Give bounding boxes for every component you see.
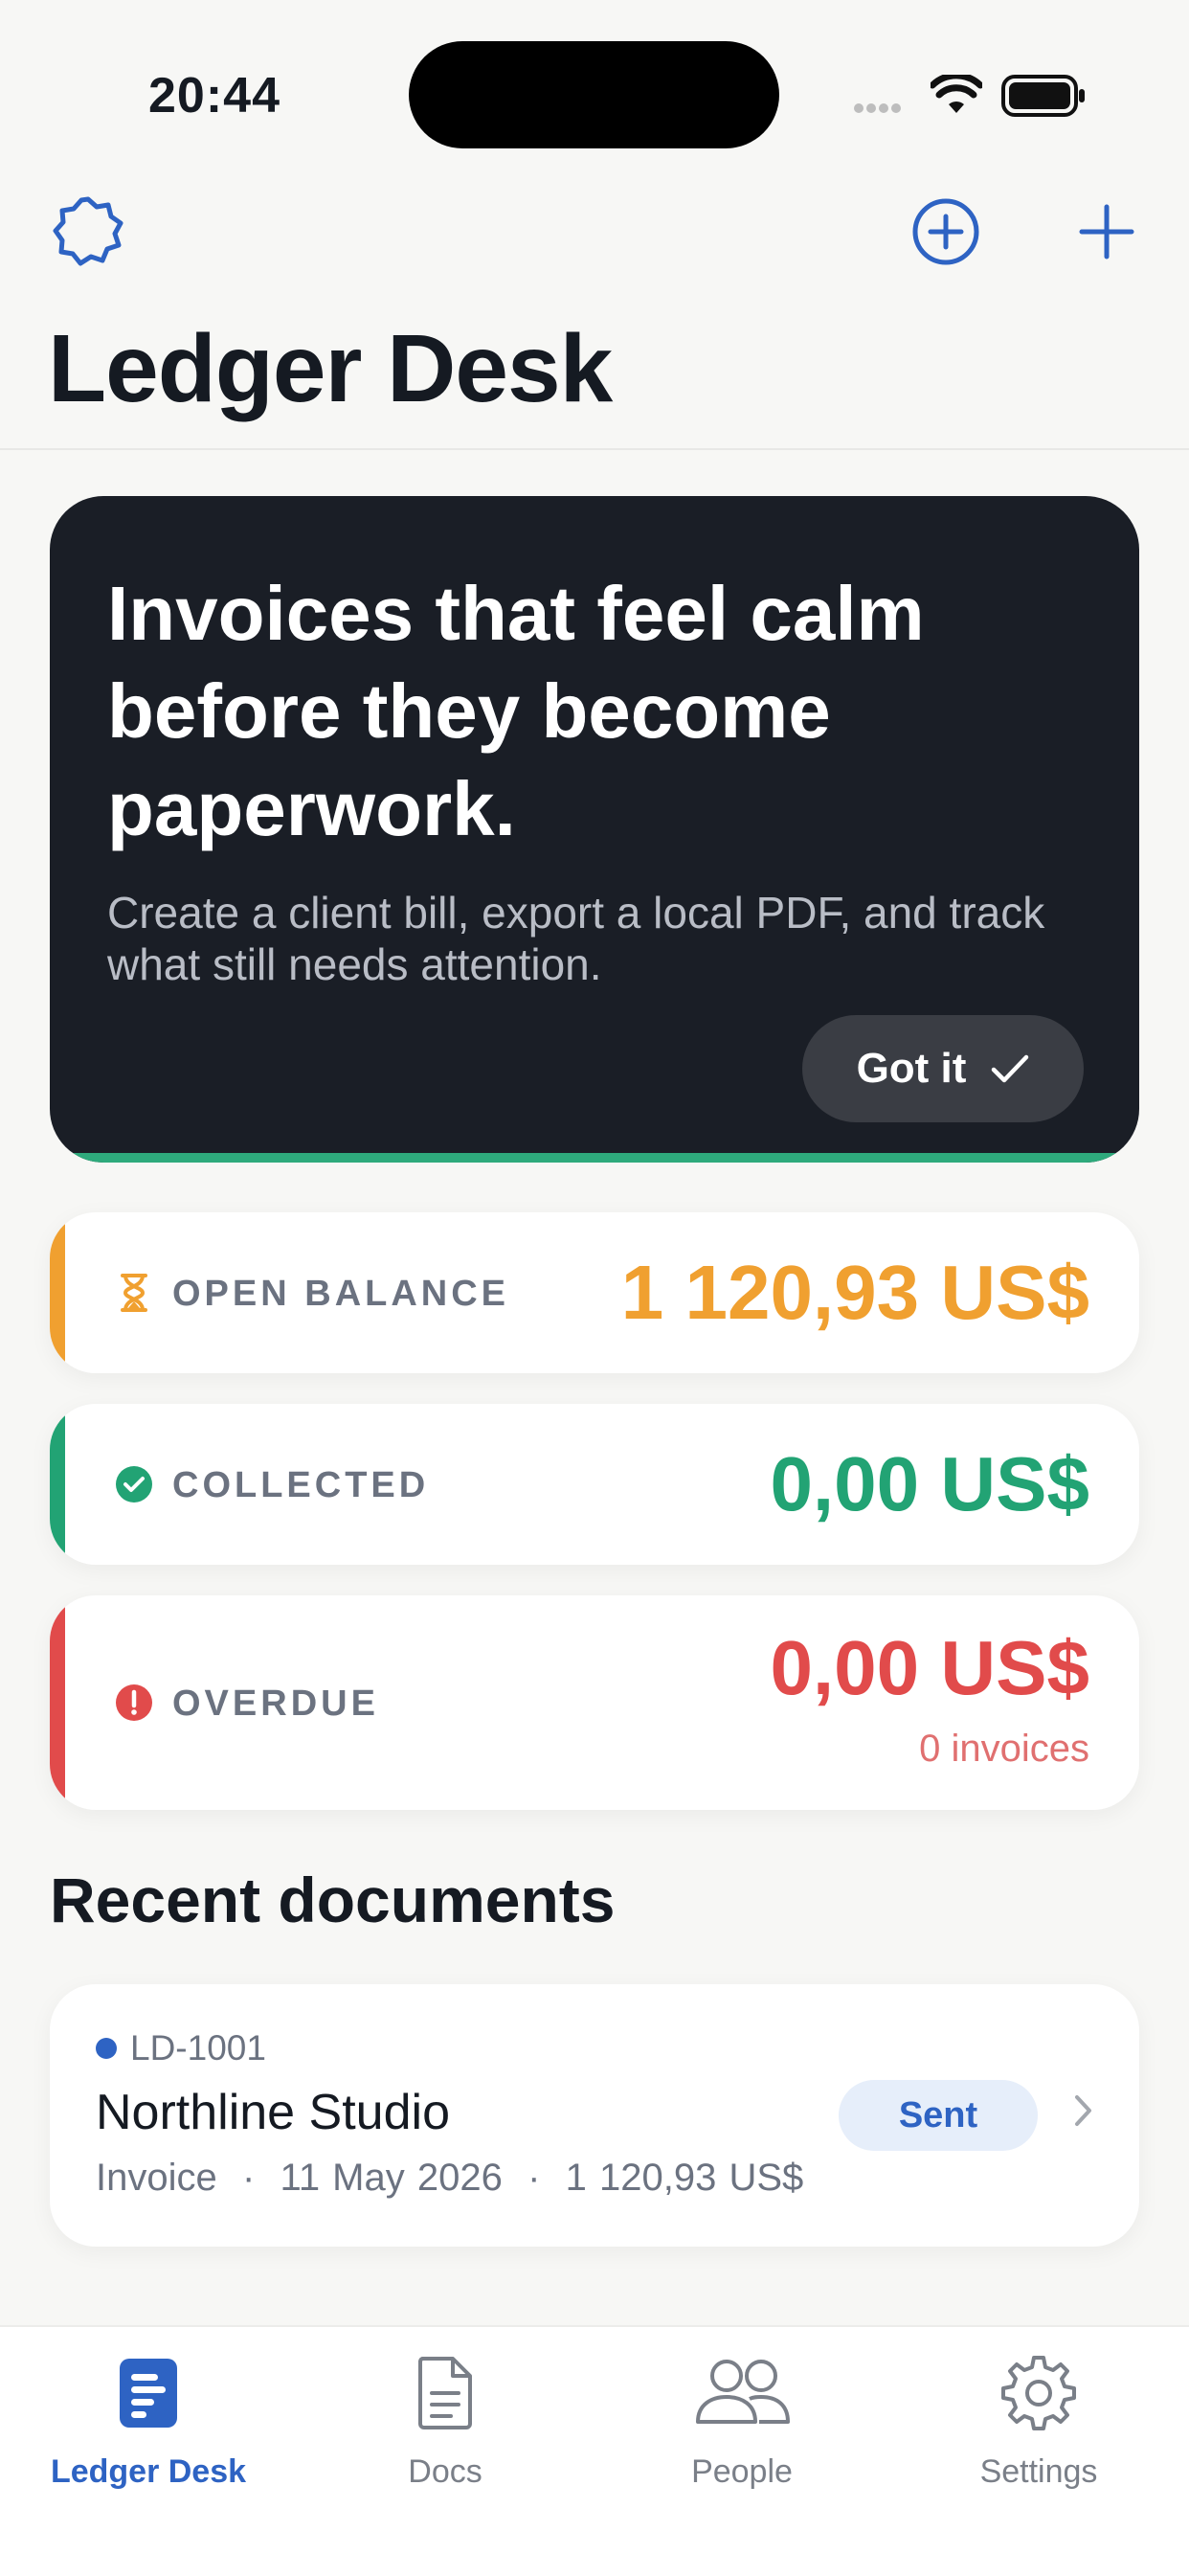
- document-number: LD-1001: [130, 2028, 266, 2068]
- alert-circle-icon: [116, 1684, 152, 1721]
- overdue-label: OVERDUE: [172, 1683, 379, 1724]
- collected-label: COLLECTED: [172, 1465, 430, 1505]
- chevron-right-icon: [1075, 2095, 1091, 2126]
- cellular-signal-icon: [854, 101, 904, 118]
- hourglass-icon: [121, 1274, 147, 1312]
- status-time: 20:44: [148, 68, 280, 124]
- add-circle-button[interactable]: [911, 197, 980, 266]
- document-type: Invoice: [96, 2157, 217, 2199]
- tab-bar: Ledger Desk Docs People Settings: [0, 2325, 1189, 2576]
- collected-value: 0,00 US$: [770, 1441, 1089, 1526]
- meta-separator: ·: [229, 2157, 280, 2199]
- document-icon: [417, 2357, 472, 2429]
- overdue-count: 0 invoices: [919, 1728, 1089, 1770]
- open-balance-value: 1 120,93 US$: [620, 1250, 1089, 1335]
- recent-documents-heading: Recent documents: [50, 1864, 616, 1935]
- document-id: LD-1001: [96, 2028, 266, 2068]
- tab-people[interactable]: People: [594, 2350, 890, 2491]
- overdue-accent: [50, 1595, 65, 1810]
- tab-docs[interactable]: Docs: [297, 2350, 594, 2491]
- tab-ledger-desk[interactable]: Ledger Desk: [0, 2350, 297, 2491]
- document-client: Northline Studio: [96, 2085, 450, 2140]
- gear-icon: [1001, 2356, 1076, 2430]
- nav-divider: [0, 448, 1189, 450]
- stat-card-overdue[interactable]: OVERDUE 0,00 US$ 0 invoices: [50, 1595, 1139, 1810]
- open-balance-accent: [50, 1212, 65, 1373]
- page-title: Ledger Desk: [48, 315, 613, 422]
- dynamic-island: [409, 41, 779, 148]
- status-badge: Sent: [839, 2080, 1038, 2151]
- collected-accent: [50, 1404, 65, 1565]
- got-it-button[interactable]: Got it: [802, 1015, 1084, 1122]
- document-row[interactable]: LD-1001 Northline Studio Invoice · 11 Ma…: [50, 1984, 1139, 2247]
- document-date: 11 May 2026: [280, 2157, 503, 2199]
- tab-label: Settings: [979, 2453, 1098, 2490]
- add-button[interactable]: [1078, 203, 1135, 260]
- wifi-icon: [931, 75, 982, 113]
- tab-label: Docs: [408, 2453, 482, 2490]
- status-dot: [96, 2038, 117, 2059]
- badge-icon[interactable]: [52, 195, 124, 268]
- check-circle-icon: [116, 1466, 152, 1503]
- tab-label: Ledger Desk: [50, 2453, 247, 2490]
- ledger-icon: [120, 2359, 177, 2428]
- stat-card-collected[interactable]: COLLECTED 0,00 US$: [50, 1404, 1139, 1565]
- stat-card-open-balance[interactable]: OPEN BALANCE 1 120,93 US$: [50, 1212, 1139, 1373]
- got-it-label: Got it: [856, 1045, 967, 1092]
- welcome-card: Invoices that feel calm before they beco…: [50, 496, 1139, 1163]
- tab-settings[interactable]: Settings: [890, 2350, 1187, 2491]
- document-amount: 1 120,93 US$: [565, 2157, 804, 2199]
- battery-icon: [1001, 75, 1085, 117]
- checkmark-icon: [992, 1054, 1029, 1083]
- welcome-subtitle: Create a client bill, export a local PDF…: [107, 888, 1045, 989]
- meta-separator: ·: [514, 2157, 566, 2199]
- overdue-value: 0,00 US$: [770, 1625, 1089, 1710]
- welcome-accent-bar: [50, 1153, 1139, 1163]
- document-meta: Invoice · 11 May 2026 · 1 120,93 US$: [96, 2157, 803, 2200]
- welcome-title: Invoices that feel calm before they beco…: [107, 571, 925, 851]
- tab-label: People: [691, 2453, 793, 2490]
- people-icon: [696, 2360, 790, 2424]
- open-balance-label: OPEN BALANCE: [172, 1274, 510, 1314]
